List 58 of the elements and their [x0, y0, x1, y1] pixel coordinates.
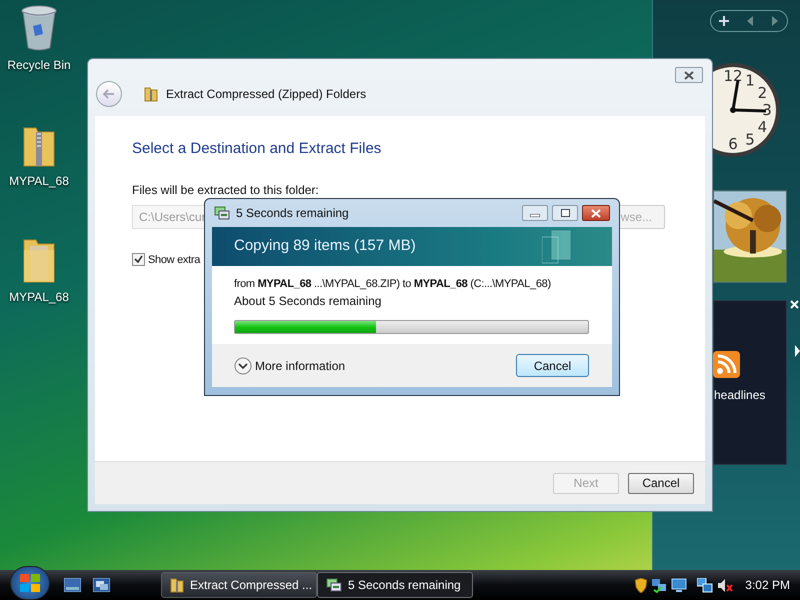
desktop-icon-label[interactable]: MYPAL_68	[9, 172, 69, 190]
clock-numeral: 1	[745, 72, 755, 90]
windows-logo-icon	[20, 574, 40, 592]
switch-windows-icon[interactable]	[93, 578, 110, 592]
shield-icon[interactable]	[635, 578, 648, 592]
feed-label: headlines	[714, 387, 766, 404]
time-remaining: About 5 Seconds remaining	[234, 293, 382, 310]
folder-icon	[170, 577, 184, 593]
clock-numeral: 5	[745, 130, 755, 148]
folder-icon	[144, 86, 158, 102]
copy-icon	[326, 578, 342, 592]
window-title: 5 Seconds remaining	[236, 205, 349, 222]
taskbar-button[interactable]: 5 Seconds remaining	[317, 572, 473, 598]
dialog-button[interactable]: Cancel	[628, 472, 694, 494]
checkbox-label: Show extra	[148, 252, 200, 268]
next-icon[interactable]	[770, 16, 779, 26]
checkbox[interactable]	[132, 253, 145, 266]
clock-numeral: 12	[723, 67, 743, 85]
page-heading: Select a Destination and Extract Files	[132, 139, 382, 159]
add-icon[interactable]	[719, 16, 730, 26]
taskbar-clock[interactable]: 3:02 PM	[745, 576, 790, 594]
copy-detail: from MYPAL_68 ...\MYPAL_68.ZIP) to MYPAL_68 (C:...\MYPAL_68)	[234, 277, 551, 291]
clock-numeral: 6	[728, 135, 738, 153]
clock-numeral: 2	[758, 84, 768, 102]
expand-icon	[234, 356, 252, 374]
clock-numeral: 4	[758, 118, 768, 136]
minimize-icon	[530, 214, 540, 217]
desktop-icon-label[interactable]: MYPAL_68	[9, 288, 69, 306]
more-information-button[interactable]: More information	[234, 356, 346, 374]
minimize-button[interactable]	[522, 205, 548, 221]
desktop-icon-label[interactable]: Recycle Bin	[7, 56, 71, 74]
expand-arrow-icon[interactable]	[795, 345, 800, 357]
previous-icon[interactable]	[746, 16, 754, 26]
network-icon[interactable]	[651, 578, 668, 592]
clock-numeral: 3	[762, 101, 772, 119]
copy-icon	[214, 206, 230, 220]
close-icon	[684, 70, 694, 80]
close-icon[interactable]	[790, 300, 799, 309]
rss-icon	[713, 351, 740, 378]
check-icon	[134, 255, 143, 264]
cancel-button[interactable]: Cancel	[516, 354, 589, 377]
maximize-icon	[560, 209, 570, 217]
close-button[interactable]	[582, 205, 610, 221]
header-text: Copying 89 items (157 MB)	[234, 236, 416, 256]
computers-icon[interactable]	[697, 578, 714, 592]
folder-label: Files will be extracted to this folder:	[132, 182, 320, 198]
maximize-button[interactable]	[552, 205, 578, 221]
start-button[interactable]	[10, 566, 50, 600]
recycle-bin-icon	[18, 4, 59, 52]
close-button[interactable]	[675, 67, 703, 83]
taskbar-button[interactable]: Extract Compressed ...	[161, 572, 317, 598]
back-arrow-icon	[103, 89, 115, 99]
monitor-icon[interactable]	[671, 578, 688, 592]
window-title: Extract Compressed (Zipped) Folders	[166, 86, 366, 103]
mute-icon[interactable]	[717, 578, 734, 592]
show-desktop-icon[interactable]	[64, 578, 81, 592]
documents-icon	[542, 228, 572, 264]
close-icon	[591, 208, 601, 218]
